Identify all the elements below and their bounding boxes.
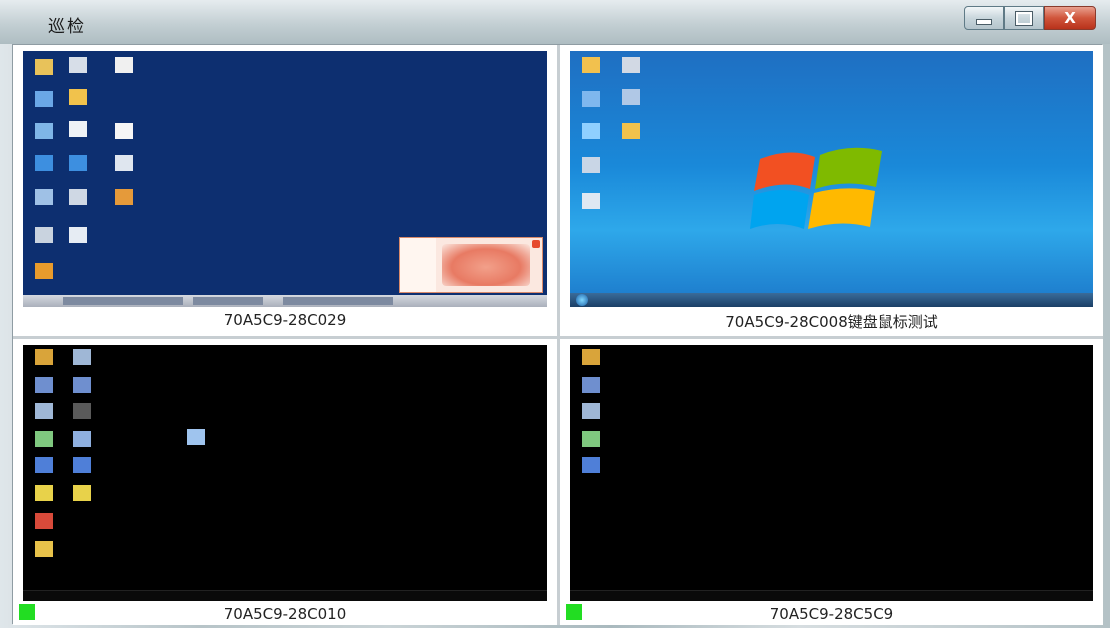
- monitor-label: 70A5C9-28C010: [223, 605, 347, 623]
- maximize-icon: [1015, 10, 1033, 26]
- remote-screen-3[interactable]: [23, 345, 547, 601]
- monitor-label: 70A5C9-28C5C9: [769, 605, 894, 623]
- close-button[interactable]: X: [1044, 6, 1096, 30]
- taskbar: [23, 590, 547, 601]
- desktop-icon: [73, 377, 91, 393]
- window-title: 巡检: [48, 17, 86, 37]
- taskbar-item: [63, 297, 183, 305]
- desktop-icon: [582, 349, 600, 365]
- desktop-icon: [582, 431, 600, 447]
- desktop-icon: [582, 91, 600, 107]
- desktop-icon: [622, 89, 640, 105]
- remote-screen-2[interactable]: [570, 51, 1093, 307]
- desktop-icon: [115, 57, 133, 73]
- desktop-icon: [35, 431, 53, 447]
- taskbar-item: [193, 297, 263, 305]
- desktop-icon: [582, 193, 600, 209]
- close-icon: X: [1064, 9, 1076, 27]
- desktop-icon: [69, 121, 87, 137]
- desktop-icon: [35, 457, 53, 473]
- desktop-icon: [35, 59, 53, 75]
- desktop-icon: [582, 403, 600, 419]
- desktop-icon: [35, 263, 53, 279]
- desktop-icon: [35, 155, 53, 171]
- desktop-icon: [69, 57, 87, 73]
- desktop-icon: [35, 485, 53, 501]
- title-bar[interactable]: 巡检 X: [0, 0, 1110, 44]
- desktop-icon: [582, 377, 600, 393]
- taskbar-item: [283, 297, 393, 305]
- taskbar: [570, 293, 1093, 307]
- desktop-icon: [35, 541, 53, 557]
- popup-sidebar: [400, 238, 436, 292]
- desktop-icon: [35, 91, 53, 107]
- ad-popup[interactable]: [399, 237, 543, 293]
- desktop-icon: [582, 157, 600, 173]
- desktop-icon: [35, 123, 53, 139]
- minimize-button[interactable]: [964, 6, 1004, 30]
- desktop-icon: [35, 513, 53, 529]
- desktop-icon: [69, 227, 87, 243]
- desktop-icon: [73, 485, 91, 501]
- desktop-icon: [187, 429, 205, 445]
- taskbar: [23, 295, 547, 307]
- desktop-icon: [69, 89, 87, 105]
- desktop-icon: [622, 57, 640, 73]
- minimize-icon: [976, 19, 992, 25]
- desktop-icon: [582, 57, 600, 73]
- monitor-cell-1[interactable]: 70A5C9-28C029: [13, 45, 557, 336]
- desktop-icon: [69, 155, 87, 171]
- window-controls: X: [964, 6, 1096, 32]
- popup-image: [442, 244, 530, 286]
- desktop-icon: [73, 403, 91, 419]
- desktop-icon: [73, 349, 91, 365]
- desktop-icon: [35, 189, 53, 205]
- desktop-icon: [582, 123, 600, 139]
- desktop-icon: [35, 403, 53, 419]
- desktop-icon: [73, 431, 91, 447]
- monitor-label: 70A5C9-28C008键盘鼠标测试: [725, 313, 938, 331]
- desktop-icon: [73, 457, 91, 473]
- monitor-cell-4[interactable]: 70A5C9-28C5C9: [560, 339, 1103, 625]
- desktop-icon: [69, 189, 87, 205]
- monitor-cell-3[interactable]: 70A5C9-28C010: [13, 339, 557, 625]
- remote-screen-1[interactable]: [23, 51, 547, 307]
- monitor-cell-2[interactable]: 70A5C9-28C008键盘鼠标测试: [560, 45, 1103, 336]
- taskbar: [570, 590, 1093, 601]
- start-orb-icon[interactable]: [576, 294, 588, 306]
- desktop-icon: [35, 377, 53, 393]
- desktop-icon: [115, 123, 133, 139]
- windows-logo-icon: [750, 147, 882, 229]
- desktop-icon: [622, 123, 640, 139]
- desktop-icon: [35, 349, 53, 365]
- desktop-icon: [35, 227, 53, 243]
- monitor-grid: 70A5C9-28C029 70A5C9-28C008键盘鼠标测试 70A5C9…: [12, 44, 1103, 625]
- maximize-button[interactable]: [1004, 6, 1044, 30]
- popup-close-icon[interactable]: [532, 240, 540, 248]
- desktop-icon: [115, 189, 133, 205]
- remote-screen-4[interactable]: [570, 345, 1093, 601]
- desktop-icon: [115, 155, 133, 171]
- monitor-label: 70A5C9-28C029: [223, 311, 347, 329]
- patrol-window: 巡检 X 70A5C9-28C029 70A5C9-28C008键盘鼠标测试 7…: [0, 0, 1110, 628]
- desktop-icon: [582, 457, 600, 473]
